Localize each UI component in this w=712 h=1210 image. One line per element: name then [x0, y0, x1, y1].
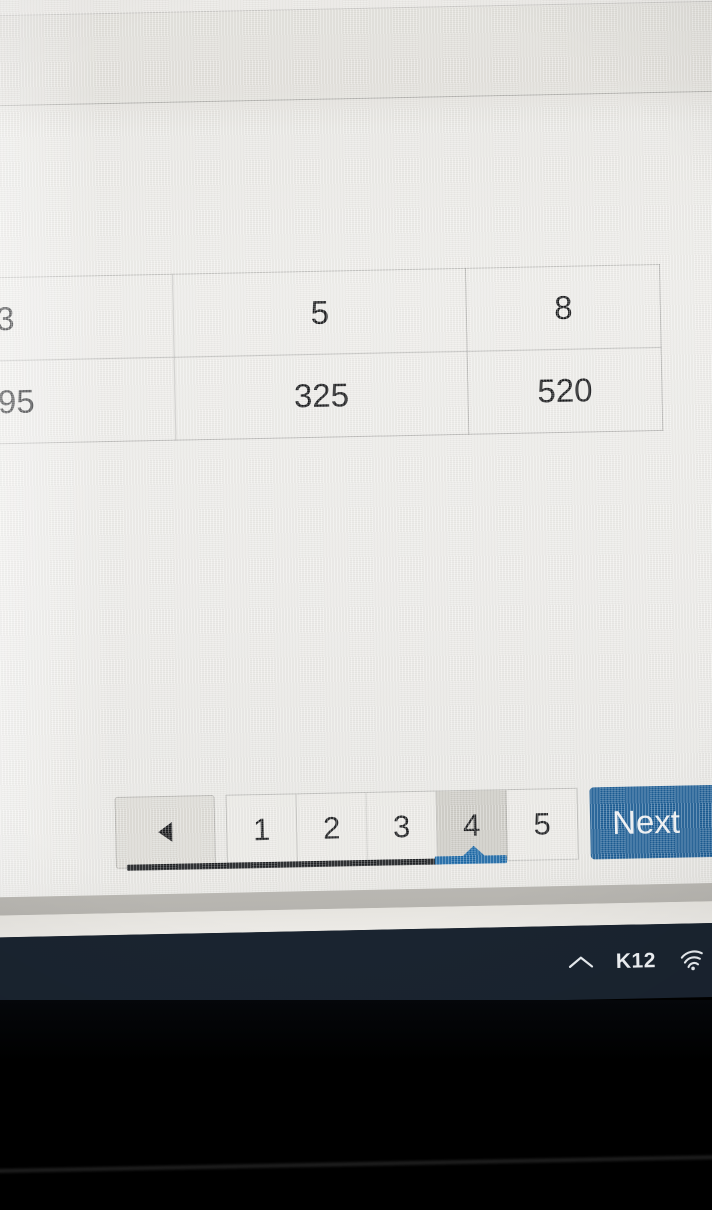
triangle-left-icon	[158, 821, 173, 843]
table-cell: 5	[172, 268, 468, 358]
next-button[interactable]: Next	[589, 784, 712, 860]
table-cell: 3	[0, 274, 175, 364]
page-button-5[interactable]: 5	[506, 789, 577, 860]
page-button-2[interactable]: 2	[296, 792, 368, 865]
table-cell: 8	[465, 264, 662, 352]
chrome-divider-top	[0, 90, 712, 108]
table-cell: 325	[174, 351, 469, 441]
wifi-icon[interactable]	[678, 949, 706, 972]
active-page-caret-icon	[460, 845, 487, 859]
previous-page-button[interactable]	[114, 794, 216, 869]
photo-of-laptop-screen: 3 5 8 195 325 520 1 2 3 4 5 Next K12	[0, 0, 712, 1210]
table-row: 195 325 520	[0, 347, 663, 447]
page-number-list: 1 2 3 4 5	[225, 787, 579, 867]
k12-tray-label[interactable]: K12	[616, 949, 657, 974]
page-button-3[interactable]: 3	[366, 791, 438, 863]
chevron-up-icon[interactable]	[568, 954, 594, 971]
data-table: 3 5 8 195 325 520	[0, 264, 663, 448]
page-button-1[interactable]: 1	[226, 794, 298, 866]
table-cell: 195	[0, 357, 176, 447]
screen-content: 3 5 8 195 325 520 1 2 3 4 5 Next K12	[0, 0, 712, 1012]
laptop-bezel	[0, 1000, 712, 1210]
table-cell: 520	[467, 347, 663, 435]
browser-page-surface: 3 5 8 195 325 520 1 2 3 4 5 Next	[0, 0, 712, 938]
windows-taskbar: K12	[0, 921, 712, 1012]
pagination-bar: 1 2 3 4 5 Next	[114, 784, 712, 869]
chrome-divider-upper	[0, 0, 712, 18]
screen-left-glow	[0, 0, 120, 938]
next-button-label: Next	[611, 802, 681, 842]
